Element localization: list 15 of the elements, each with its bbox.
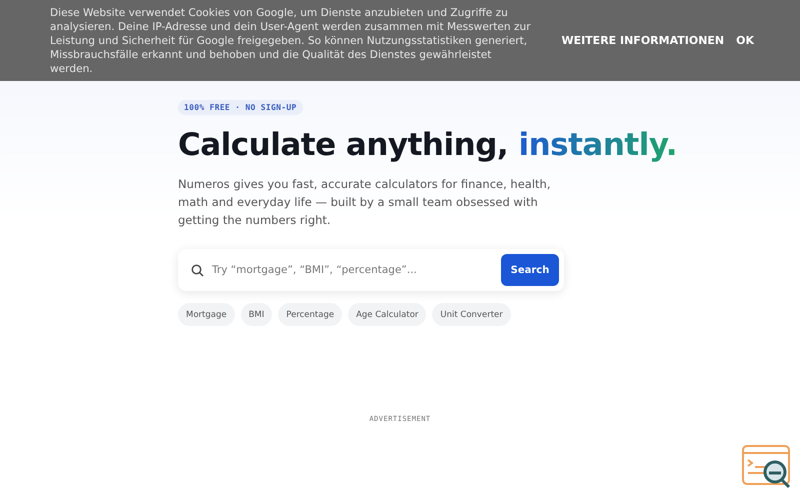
cookie-notice-text: Diese Website verwendet Cookies von Google, um Dienste anzubieten und Zugriffe zu analysieren. Deine IP-Adresse und dein User-Agent werden zusammen mit Messwerten zur Leistung und Sicherheit für Google freigegeben. So können Nutzungsstatistiken generiert, Missbrauchsfälle erkannt und behoben und die Qualität des Dienstes gewährleistet werden.	[50, 6, 532, 76]
hero-heading: Calculate anything, instantly.	[178, 126, 678, 165]
cookie-link[interactable]: WEITERE INFORMATIONEN	[561, 34, 724, 47]
suggestion-chip[interactable]: Unit Converter	[432, 303, 511, 326]
free-badge: 100% FREE · NO SIGN-UP	[178, 100, 303, 115]
suggestion-chip[interactable]: BMI	[240, 303, 272, 326]
suggestion-chip[interactable]: Percentage	[278, 303, 342, 326]
search-field[interactable]: Try “mortgage”, “BMI”, “percentage”... Search	[178, 249, 564, 291]
suggestion-chip[interactable]: Mortgage	[178, 303, 235, 326]
search-icon	[191, 264, 204, 276]
search-button[interactable]: Search	[501, 254, 559, 286]
hero-description: Numeros gives you fast, accurate calculators for finance, health, math and everyday life — built by a small team obsessed with getting the numbers right.	[178, 176, 552, 229]
code-window-search-icon[interactable]	[742, 445, 792, 491]
cookie-link[interactable]: OK	[736, 34, 754, 47]
suggestion-chip[interactable]: Age Calculator	[348, 303, 426, 326]
